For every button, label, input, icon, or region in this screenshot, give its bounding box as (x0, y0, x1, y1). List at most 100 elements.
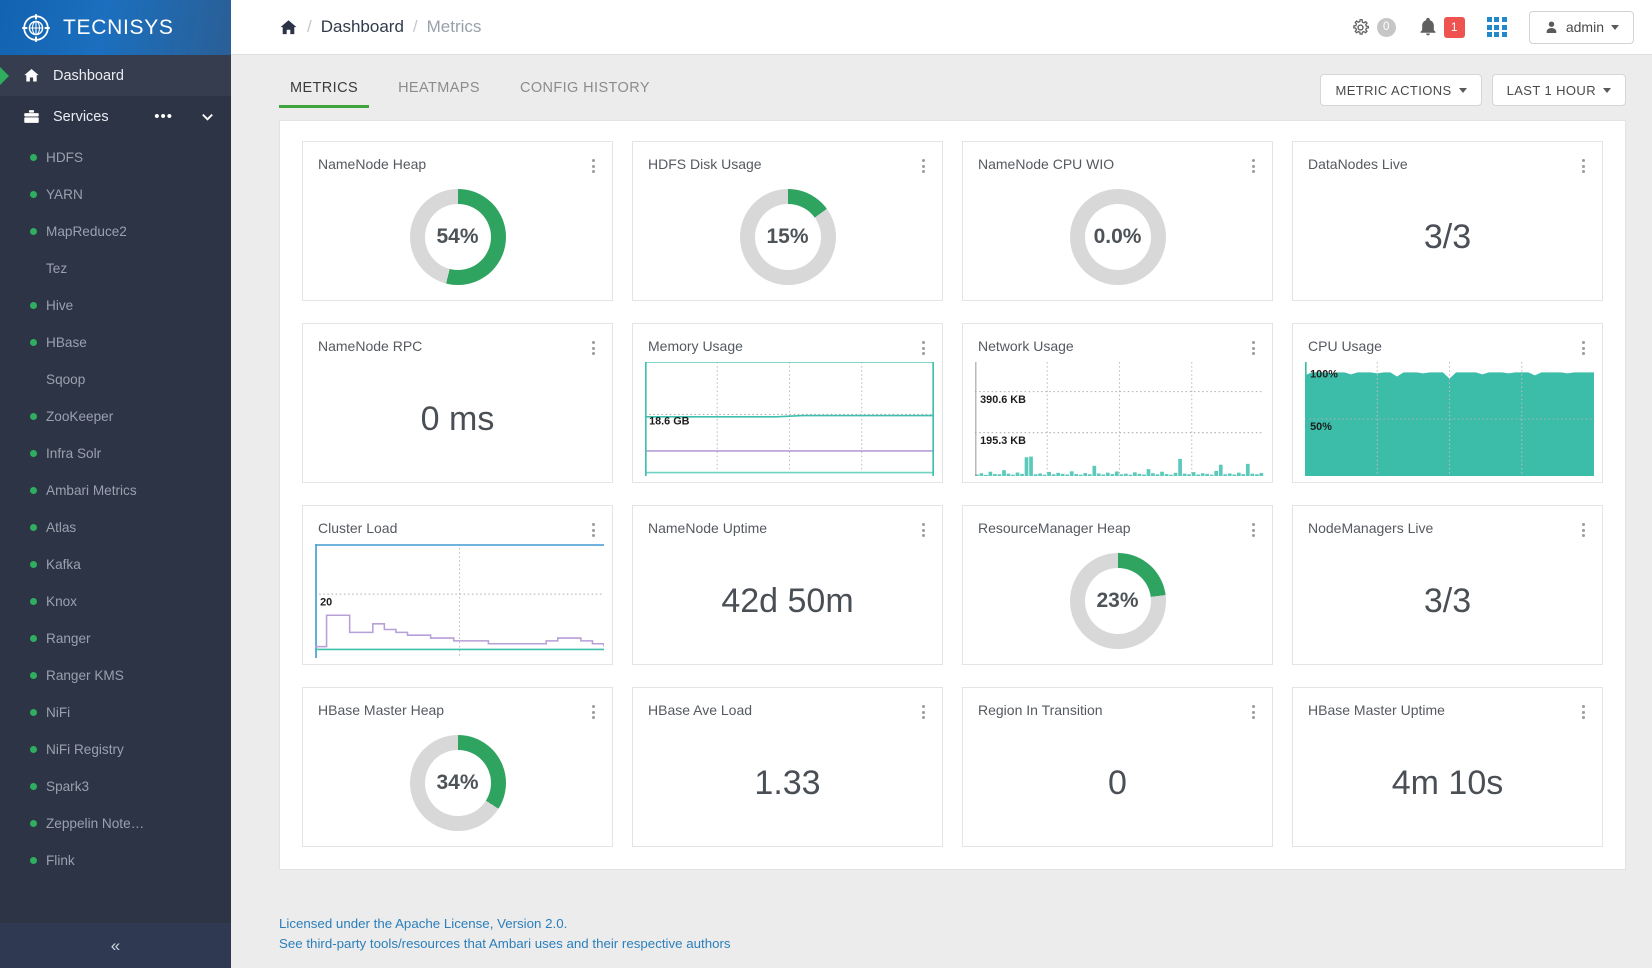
metric-card: Cluster Load 20 (302, 505, 613, 665)
card-title: HBase Master Heap (318, 702, 445, 718)
status-dot (30, 487, 37, 494)
sidebar-item-atlas[interactable]: Atlas (0, 509, 231, 546)
sidebar-item-ranger-kms[interactable]: Ranger KMS (0, 657, 231, 694)
alerts-button[interactable]: 1 (1418, 16, 1465, 38)
user-menu-button[interactable]: admin (1528, 10, 1634, 44)
footer: Licensed under the Apache License, Versi… (231, 896, 1652, 968)
briefcase-icon (22, 108, 40, 125)
status-dot (30, 302, 37, 309)
grid-apps-icon[interactable] (1486, 16, 1507, 38)
chevron-down-icon[interactable] (200, 109, 215, 124)
card-header: Cluster Load (318, 520, 597, 540)
card-menu-icon[interactable] (1580, 338, 1587, 358)
donut-value: 34% (436, 771, 479, 794)
card-body: 3/3 (1303, 546, 1592, 656)
sidebar-item-sqoop[interactable]: Sqoop (0, 361, 231, 398)
card-menu-icon[interactable] (1250, 520, 1257, 540)
card-menu-icon[interactable] (1580, 702, 1587, 722)
sidebar-item-services[interactable]: Services ••• (0, 96, 231, 137)
card-menu-icon[interactable] (1580, 156, 1587, 176)
sparkline-chart: 390.6 KB 195.3 KB (975, 362, 1264, 476)
time-range-label: LAST 1 HOUR (1506, 82, 1596, 98)
card-menu-icon[interactable] (1250, 156, 1257, 176)
card-menu-icon[interactable] (920, 156, 927, 176)
card-menu-icon[interactable] (590, 338, 597, 358)
sidebar-item-flink[interactable]: Flink (0, 842, 231, 879)
sidebar-item-label: Kafka (46, 557, 81, 572)
metric-actions-button[interactable]: METRIC ACTIONS (1320, 74, 1482, 106)
card-menu-icon[interactable] (920, 520, 927, 540)
breadcrumb-parent[interactable]: Dashboard (321, 17, 404, 37)
card-menu-icon[interactable] (590, 520, 597, 540)
sidebar-item-label: Sqoop (46, 372, 86, 387)
card-menu-icon[interactable] (1250, 338, 1257, 358)
background-operations-button[interactable]: 0 (1350, 17, 1396, 38)
license-link[interactable]: Licensed under the Apache License, Versi… (279, 914, 1652, 934)
sidebar-item-hbase[interactable]: HBase (0, 324, 231, 361)
sidebar-item-nifi[interactable]: NiFi (0, 694, 231, 731)
donut-gauge: 0.0% (1069, 189, 1166, 285)
brand-header[interactable]: TECNISYS (0, 0, 231, 55)
card-title: HBase Ave Load (648, 702, 753, 718)
metrics-board: NameNode Heap 54% HDFS Disk Usage 15% NameNo… (279, 120, 1626, 870)
sidebar-item-zeppelin-note[interactable]: Zeppelin Note… (0, 805, 231, 842)
sidebar-item-tez[interactable]: Tez (0, 250, 231, 287)
sidebar-item-dashboard[interactable]: Dashboard (0, 55, 231, 96)
sidebar-item-nifi-registry[interactable]: NiFi Registry (0, 731, 231, 768)
card-body: 42d 50m (643, 546, 932, 656)
card-menu-icon[interactable] (920, 338, 927, 358)
ellipsis-icon[interactable]: ••• (154, 109, 173, 124)
sidebar-collapse-button[interactable]: « (0, 923, 231, 968)
card-header: HBase Ave Load (648, 702, 927, 722)
card-title: DataNodes Live (1308, 156, 1408, 172)
sidebar-item-knox[interactable]: Knox (0, 583, 231, 620)
metric-value: 3/3 (1423, 217, 1472, 256)
sidebar-item-infra-solr[interactable]: Infra Solr (0, 435, 231, 472)
card-menu-icon[interactable] (1580, 520, 1587, 540)
card-header: NodeManagers Live (1308, 520, 1587, 540)
card-title: Region In Transition (978, 702, 1103, 718)
card-title: NodeManagers Live (1308, 520, 1434, 536)
metric-card: NameNode CPU WIO 0.0% (962, 141, 1273, 301)
sidebar-item-kafka[interactable]: Kafka (0, 546, 231, 583)
caret-down-icon (1603, 87, 1611, 93)
metric-card: NodeManagers Live 3/3 (1292, 505, 1603, 665)
card-header: NameNode RPC (318, 338, 597, 358)
card-title: HBase Master Uptime (1308, 702, 1445, 718)
svg-text:195.3 KB: 195.3 KB (980, 435, 1026, 447)
card-header: NameNode Heap (318, 156, 597, 176)
svg-text:50%: 50% (1310, 421, 1332, 433)
sidebar-item-ranger[interactable]: Ranger (0, 620, 231, 657)
status-dot (30, 746, 37, 753)
status-dot (30, 709, 37, 716)
status-dot (30, 561, 37, 568)
sidebar-item-yarn[interactable]: YARN (0, 176, 231, 213)
brand-name: TECNISYS (63, 15, 174, 39)
tab-heatmaps[interactable]: HEATMAPS (387, 72, 491, 108)
card-title: NameNode Uptime (648, 520, 768, 536)
status-dot (30, 339, 37, 346)
sidebar-item-ambari-metrics[interactable]: Ambari Metrics (0, 472, 231, 509)
tab-list: METRICS HEATMAPS CONFIG HISTORY (279, 72, 661, 112)
sidebar-item-label: MapReduce2 (46, 224, 127, 239)
sidebar-item-hive[interactable]: Hive (0, 287, 231, 324)
home-icon[interactable] (279, 18, 298, 37)
third-party-link[interactable]: See third-party tools/resources that Amb… (279, 934, 1652, 954)
tab-metrics[interactable]: METRICS (279, 72, 370, 108)
top-header: / Dashboard / Metrics 0 1 admin (231, 0, 1652, 55)
card-menu-icon[interactable] (590, 156, 597, 176)
person-icon (1544, 20, 1559, 35)
metric-card: Memory Usage 18.6 GB (632, 323, 943, 483)
tab-config-history[interactable]: CONFIG HISTORY (509, 72, 661, 108)
time-range-button[interactable]: LAST 1 HOUR (1491, 74, 1626, 106)
sidebar-item-hdfs[interactable]: HDFS (0, 139, 231, 176)
sidebar-item-zookeeper[interactable]: ZooKeeper (0, 398, 231, 435)
donut-gauge: 23% (1069, 553, 1166, 649)
card-menu-icon[interactable] (590, 702, 597, 722)
tabs-toolbar: METRICS HEATMAPS CONFIG HISTORY METRIC ACT… (231, 55, 1652, 112)
donut-value: 54% (436, 225, 479, 248)
sidebar-item-mapreduce2[interactable]: MapReduce2 (0, 213, 231, 250)
card-menu-icon[interactable] (920, 702, 927, 722)
card-menu-icon[interactable] (1250, 702, 1257, 722)
sidebar-item-spark3[interactable]: Spark3 (0, 768, 231, 805)
